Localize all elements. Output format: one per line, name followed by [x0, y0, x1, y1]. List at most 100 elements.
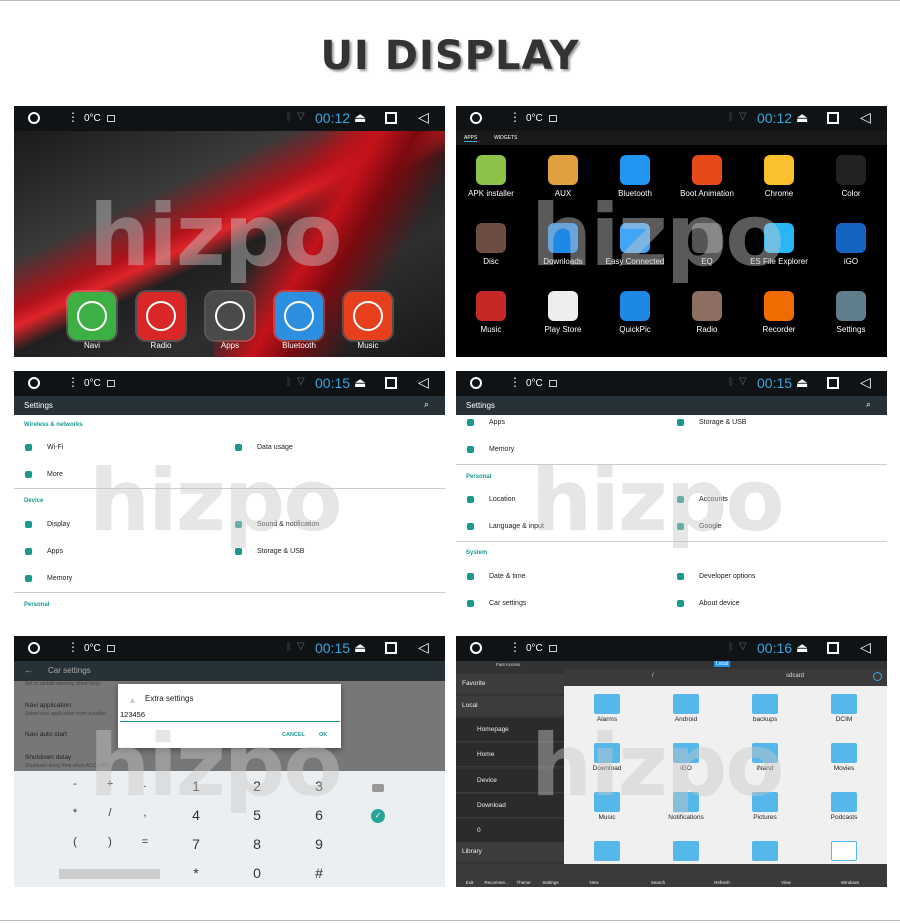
keypad-key[interactable]: 6: [304, 807, 334, 823]
back-icon[interactable]: ◁: [860, 639, 871, 656]
sidebar-local[interactable]: Local: [456, 696, 564, 716]
storage-usb[interactable]: Storage & USB: [257, 548, 304, 555]
app-label[interactable]: Disc: [456, 257, 527, 266]
apps[interactable]: Apps: [47, 548, 63, 555]
language-input[interactable]: Language & input: [489, 523, 544, 530]
toolbar-new-button[interactable]: New: [574, 880, 614, 885]
app-label[interactable]: Radio: [671, 325, 743, 334]
accounts[interactable]: Accounts: [699, 496, 728, 503]
back-icon[interactable]: ◁: [418, 374, 429, 391]
done-check-icon[interactable]: ✓: [371, 809, 385, 823]
keypad-key[interactable]: -: [60, 778, 90, 790]
sidebar-homepage[interactable]: Homepage: [456, 718, 564, 742]
app-aux-icon[interactable]: [548, 155, 578, 185]
recents-icon[interactable]: [385, 642, 397, 654]
tab-widgets[interactable]: WIDGETS: [494, 135, 517, 141]
space-bar[interactable]: [59, 869, 160, 879]
eject-icon[interactable]: ⏏: [354, 640, 366, 656]
data-usage[interactable]: Data usage: [257, 444, 293, 451]
ok-button[interactable]: OK: [319, 732, 327, 738]
menu-dots-icon[interactable]: ⋮: [67, 111, 79, 123]
app-label[interactable]: Chrome: [743, 189, 815, 198]
menu-dots-icon[interactable]: ⋮: [67, 641, 79, 653]
menu-dots-icon[interactable]: ⋮: [509, 641, 521, 653]
folder-Podcasts-icon[interactable]: [831, 792, 857, 812]
folder-backups-icon[interactable]: [752, 694, 778, 714]
toolbar-view-button[interactable]: View: [766, 880, 806, 885]
folder-item-icon[interactable]: [831, 841, 857, 861]
folder-label[interactable]: DCIM: [809, 716, 879, 723]
folder-item-icon[interactable]: [752, 841, 778, 861]
folder-Android-icon[interactable]: [673, 694, 699, 714]
password-input[interactable]: 123456: [120, 710, 340, 722]
app-downloads-icon[interactable]: [548, 223, 578, 253]
toolbar-exit-button[interactable]: Exit: [456, 880, 483, 885]
app-es-file-explorer-icon[interactable]: [764, 223, 794, 253]
toolbar-windows-button[interactable]: Windows: [830, 880, 870, 885]
memory[interactable]: Memory: [489, 446, 514, 453]
dock-radio[interactable]: [137, 292, 185, 340]
app-label[interactable]: EQ: [671, 257, 743, 266]
folder-label[interactable]: iGO: [651, 765, 721, 772]
folder-label[interactable]: Alarms: [572, 716, 642, 723]
home-circle-icon[interactable]: [470, 112, 482, 124]
dock-navi[interactable]: [68, 292, 116, 340]
dock-bluetooth[interactable]: [275, 292, 323, 340]
app-label[interactable]: Music: [456, 325, 527, 334]
app-apk-installer-icon[interactable]: [476, 155, 506, 185]
keypad-key[interactable]: *: [181, 865, 211, 881]
home-circle-icon[interactable]: [28, 377, 40, 389]
home-circle-icon[interactable]: [28, 642, 40, 654]
app-eq-icon[interactable]: [692, 223, 722, 253]
keypad-key[interactable]: 2: [242, 778, 272, 794]
google[interactable]: Google: [699, 523, 722, 530]
eject-icon[interactable]: ⏏: [796, 375, 808, 391]
keypad-key[interactable]: ,: [130, 807, 160, 819]
folder-DCIM-icon[interactable]: [831, 694, 857, 714]
app-igo-icon[interactable]: [836, 223, 866, 253]
keypad-key[interactable]: *: [60, 807, 90, 819]
folder-label[interactable]: backups: [730, 716, 800, 723]
sidebar-0[interactable]: 0: [456, 819, 564, 843]
menu-dots-icon[interactable]: ⋮: [509, 376, 521, 388]
sound-notification[interactable]: Sound & notification: [257, 521, 319, 528]
folder-label[interactable]: iNand: [730, 765, 800, 772]
app-settings-icon[interactable]: [836, 291, 866, 321]
back-icon[interactable]: ◁: [418, 639, 429, 656]
about-device[interactable]: About device: [699, 600, 739, 607]
folder-Pictures-icon[interactable]: [752, 792, 778, 812]
sidebar-device[interactable]: Device: [456, 769, 564, 793]
sidebar-download[interactable]: Download: [456, 794, 564, 818]
app-label[interactable]: Downloads: [527, 257, 599, 266]
toolbar-refresh-button[interactable]: Refresh: [702, 880, 742, 885]
app-color-icon[interactable]: [836, 155, 866, 185]
keypad-key[interactable]: /: [95, 807, 125, 819]
keypad-key[interactable]: 0: [242, 865, 272, 881]
recents-icon[interactable]: [827, 642, 839, 654]
storage-usb[interactable]: Storage & USB: [699, 419, 746, 426]
back-icon[interactable]: ◁: [418, 109, 429, 126]
app-label[interactable]: iGO: [815, 257, 887, 266]
app-quickpic-icon[interactable]: [620, 291, 650, 321]
location[interactable]: Location: [489, 496, 515, 503]
search-icon[interactable]: ⌕: [866, 399, 871, 410]
folder-item-icon[interactable]: [594, 841, 620, 861]
developer-options[interactable]: Developer options: [699, 573, 755, 580]
sidebar-home[interactable]: Home: [456, 743, 564, 767]
app-radio-icon[interactable]: [692, 291, 722, 321]
app-label[interactable]: QuickPic: [599, 325, 671, 334]
setting-row-title[interactable]: Navi application: [25, 702, 71, 709]
app-label[interactable]: Color: [815, 189, 887, 198]
home-circle-icon[interactable]: [470, 377, 482, 389]
app-play-store-icon[interactable]: [548, 291, 578, 321]
apps[interactable]: Apps: [489, 419, 505, 426]
app-label[interactable]: AUX: [527, 189, 599, 198]
folder-label[interactable]: Pictures: [730, 814, 800, 821]
cancel-button[interactable]: CANCEL: [282, 732, 305, 738]
keypad-key[interactable]: 1: [181, 778, 211, 794]
dock-music[interactable]: [344, 292, 392, 340]
keypad-key[interactable]: ): [95, 836, 125, 848]
recents-icon[interactable]: [385, 112, 397, 124]
app-label[interactable]: Settings: [815, 325, 887, 334]
keypad-key[interactable]: 8: [242, 836, 272, 852]
